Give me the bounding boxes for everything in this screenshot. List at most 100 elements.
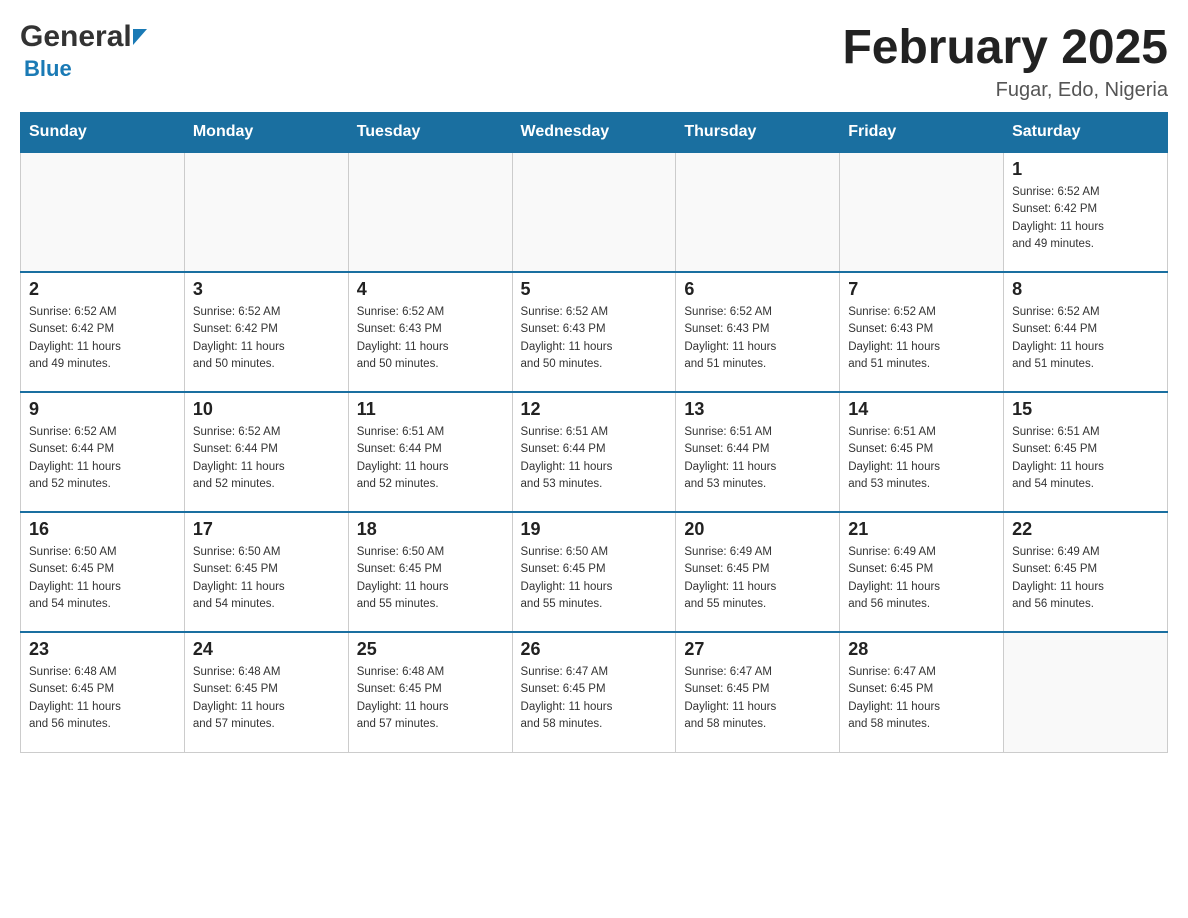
day-info: Sunrise: 6:50 AMSunset: 6:45 PMDaylight:…: [29, 544, 176, 613]
calendar-cell: 21 Sunrise: 6:49 AMSunset: 6:45 PMDayligh…: [840, 512, 1004, 632]
weekday-header-saturday: Saturday: [1004, 113, 1168, 153]
calendar-cell: 2 Sunrise: 6:52 AMSunset: 6:42 PMDaylight…: [21, 272, 185, 392]
day-number: 7: [848, 279, 995, 300]
day-info: Sunrise: 6:51 AMSunset: 6:44 PMDaylight:…: [357, 424, 504, 493]
day-info: Sunrise: 6:48 AMSunset: 6:45 PMDaylight:…: [193, 664, 340, 733]
calendar-body: 1 Sunrise: 6:52 AMSunset: 6:42 PMDaylight…: [21, 152, 1168, 752]
calendar-cell: 11 Sunrise: 6:51 AMSunset: 6:44 PMDayligh…: [348, 392, 512, 512]
day-info: Sunrise: 6:52 AMSunset: 6:43 PMDaylight:…: [521, 304, 668, 373]
day-number: 19: [521, 519, 668, 540]
day-number: 15: [1012, 399, 1159, 420]
calendar-cell: [1004, 632, 1168, 752]
calendar-week-row: 9 Sunrise: 6:52 AMSunset: 6:44 PMDaylight…: [21, 392, 1168, 512]
calendar-week-row: 23 Sunrise: 6:48 AMSunset: 6:45 PMDayligh…: [21, 632, 1168, 752]
day-info: Sunrise: 6:49 AMSunset: 6:45 PMDaylight:…: [1012, 544, 1159, 613]
day-number: 14: [848, 399, 995, 420]
calendar-week-row: 16 Sunrise: 6:50 AMSunset: 6:45 PMDayligh…: [21, 512, 1168, 632]
calendar-cell: 26 Sunrise: 6:47 AMSunset: 6:45 PMDayligh…: [512, 632, 676, 752]
day-info: Sunrise: 6:51 AMSunset: 6:44 PMDaylight:…: [521, 424, 668, 493]
calendar-cell: [512, 152, 676, 272]
calendar-cell: 13Sunrise: 6:51 AMSunset: 6:44 PMDayligh…: [676, 392, 840, 512]
day-info: Sunrise: 6:47 AMSunset: 6:45 PMDaylight:…: [684, 664, 831, 733]
weekday-header-monday: Monday: [184, 113, 348, 153]
day-info: Sunrise: 6:50 AMSunset: 6:45 PMDaylight:…: [193, 544, 340, 613]
calendar-cell: [676, 152, 840, 272]
day-number: 10: [193, 399, 340, 420]
calendar-cell: 27 Sunrise: 6:47 AMSunset: 6:45 PMDayligh…: [676, 632, 840, 752]
calendar-week-row: 2 Sunrise: 6:52 AMSunset: 6:42 PMDaylight…: [21, 272, 1168, 392]
day-info: Sunrise: 6:48 AMSunset: 6:45 PMDaylight:…: [29, 664, 176, 733]
day-number: 3: [193, 279, 340, 300]
calendar-cell: 16 Sunrise: 6:50 AMSunset: 6:45 PMDayligh…: [21, 512, 185, 632]
title-block: February 2025 Fugar, Edo, Nigeria: [842, 20, 1168, 102]
calendar-cell: [21, 152, 185, 272]
calendar-cell: 8Sunrise: 6:52 AMSunset: 6:44 PMDaylight…: [1004, 272, 1168, 392]
day-number: 27: [684, 639, 831, 660]
day-number: 5: [521, 279, 668, 300]
logo-general-text: General: [20, 20, 132, 54]
day-info: Sunrise: 6:52 AMSunset: 6:44 PMDaylight:…: [193, 424, 340, 493]
day-info: Sunrise: 6:50 AMSunset: 6:45 PMDaylight:…: [357, 544, 504, 613]
location: Fugar, Edo, Nigeria: [842, 79, 1168, 102]
calendar-cell: 24Sunrise: 6:48 AMSunset: 6:45 PMDayligh…: [184, 632, 348, 752]
day-number: 21: [848, 519, 995, 540]
calendar-cell: 23 Sunrise: 6:48 AMSunset: 6:45 PMDayligh…: [21, 632, 185, 752]
day-number: 9: [29, 399, 176, 420]
calendar-cell: 6Sunrise: 6:52 AMSunset: 6:43 PMDaylight…: [676, 272, 840, 392]
month-title: February 2025: [842, 20, 1168, 75]
day-number: 17: [193, 519, 340, 540]
calendar-cell: 9Sunrise: 6:52 AMSunset: 6:44 PMDaylight…: [21, 392, 185, 512]
weekday-header-tuesday: Tuesday: [348, 113, 512, 153]
day-info: Sunrise: 6:52 AMSunset: 6:43 PMDaylight:…: [357, 304, 504, 373]
calendar-cell: 7Sunrise: 6:52 AMSunset: 6:43 PMDaylight…: [840, 272, 1004, 392]
day-number: 8: [1012, 279, 1159, 300]
day-info: Sunrise: 6:49 AMSunset: 6:45 PMDaylight:…: [848, 544, 995, 613]
calendar-cell: 15Sunrise: 6:51 AMSunset: 6:45 PMDayligh…: [1004, 392, 1168, 512]
day-number: 28: [848, 639, 995, 660]
calendar-cell: 18 Sunrise: 6:50 AMSunset: 6:45 PMDayligh…: [348, 512, 512, 632]
calendar-cell: [348, 152, 512, 272]
day-number: 22: [1012, 519, 1159, 540]
day-info: Sunrise: 6:47 AMSunset: 6:45 PMDaylight:…: [521, 664, 668, 733]
day-number: 16: [29, 519, 176, 540]
day-number: 4: [357, 279, 504, 300]
calendar-header: SundayMondayTuesdayWednesdayThursdayFrid…: [21, 113, 1168, 153]
calendar-cell: 17 Sunrise: 6:50 AMSunset: 6:45 PMDayligh…: [184, 512, 348, 632]
day-number: 2: [29, 279, 176, 300]
calendar-week-row: 1 Sunrise: 6:52 AMSunset: 6:42 PMDaylight…: [21, 152, 1168, 272]
day-number: 23: [29, 639, 176, 660]
calendar-table: SundayMondayTuesdayWednesdayThursdayFrid…: [20, 112, 1168, 753]
weekday-header-thursday: Thursday: [676, 113, 840, 153]
day-info: Sunrise: 6:48 AMSunset: 6:45 PMDaylight:…: [357, 664, 504, 733]
weekday-header-wednesday: Wednesday: [512, 113, 676, 153]
day-number: 11: [357, 399, 504, 420]
day-number: 25: [357, 639, 504, 660]
calendar-cell: 5 Sunrise: 6:52 AMSunset: 6:43 PMDaylight…: [512, 272, 676, 392]
day-info: Sunrise: 6:52 AMSunset: 6:42 PMDaylight:…: [29, 304, 176, 373]
calendar-cell: 12Sunrise: 6:51 AMSunset: 6:44 PMDayligh…: [512, 392, 676, 512]
calendar-cell: 14 Sunrise: 6:51 AMSunset: 6:45 PMDayligh…: [840, 392, 1004, 512]
day-info: Sunrise: 6:52 AMSunset: 6:43 PMDaylight:…: [684, 304, 831, 373]
day-number: 13: [684, 399, 831, 420]
day-info: Sunrise: 6:51 AMSunset: 6:45 PMDaylight:…: [848, 424, 995, 493]
calendar-cell: 10 Sunrise: 6:52 AMSunset: 6:44 PMDayligh…: [184, 392, 348, 512]
calendar-cell: 4 Sunrise: 6:52 AMSunset: 6:43 PMDaylight…: [348, 272, 512, 392]
calendar-cell: [840, 152, 1004, 272]
page-header: General Blue February 2025 Fugar, Edo, N…: [20, 20, 1168, 102]
calendar-cell: 22 Sunrise: 6:49 AMSunset: 6:45 PMDayligh…: [1004, 512, 1168, 632]
calendar-cell: 25 Sunrise: 6:48 AMSunset: 6:45 PMDayligh…: [348, 632, 512, 752]
calendar-cell: [184, 152, 348, 272]
day-info: Sunrise: 6:52 AMSunset: 6:42 PMDaylight:…: [1012, 184, 1159, 253]
calendar-cell: 3Sunrise: 6:52 AMSunset: 6:42 PMDaylight…: [184, 272, 348, 392]
logo-blue-text: Blue: [24, 56, 72, 82]
calendar-cell: 19 Sunrise: 6:50 AMSunset: 6:45 PMDayligh…: [512, 512, 676, 632]
day-number: 26: [521, 639, 668, 660]
day-number: 1: [1012, 159, 1159, 180]
logo-triangle-icon: [133, 29, 147, 45]
day-number: 20: [684, 519, 831, 540]
day-info: Sunrise: 6:49 AMSunset: 6:45 PMDaylight:…: [684, 544, 831, 613]
day-number: 18: [357, 519, 504, 540]
day-info: Sunrise: 6:50 AMSunset: 6:45 PMDaylight:…: [521, 544, 668, 613]
logo: General Blue: [20, 20, 147, 82]
calendar-cell: 1 Sunrise: 6:52 AMSunset: 6:42 PMDaylight…: [1004, 152, 1168, 272]
